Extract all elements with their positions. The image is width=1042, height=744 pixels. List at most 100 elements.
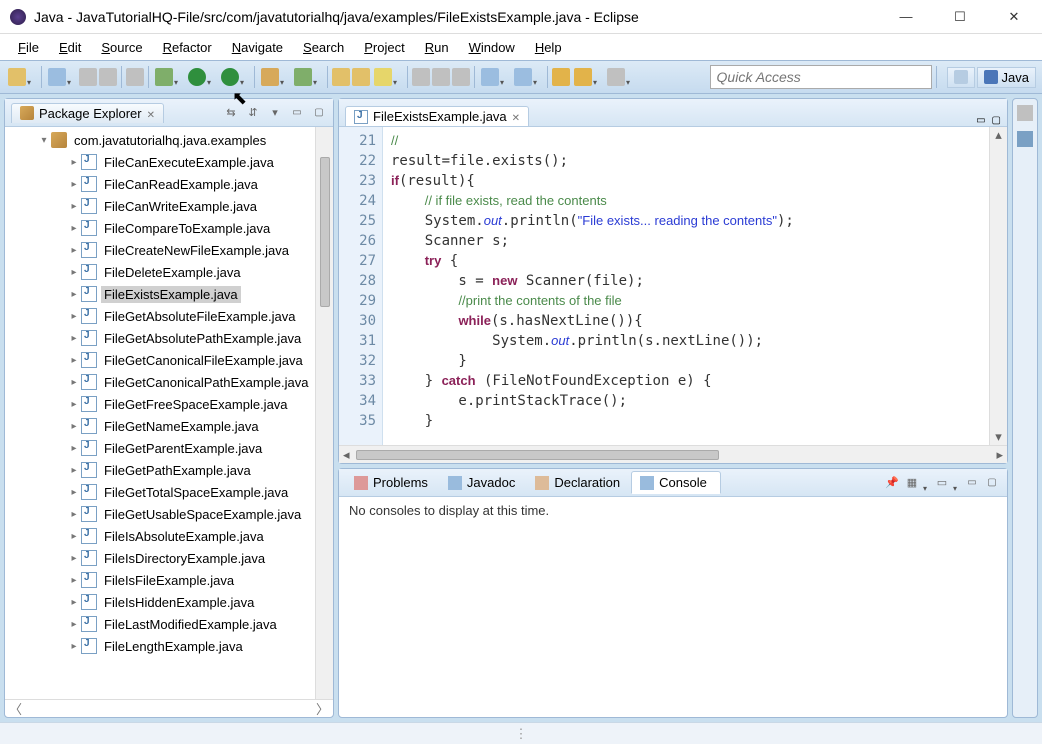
tree-file-item[interactable]: ▸FileDeleteExample.java xyxy=(7,261,313,283)
tree-file-item[interactable]: ▸FileLastModifiedExample.java xyxy=(7,613,313,635)
tree-file-item[interactable]: ▸FileCanReadExample.java xyxy=(7,173,313,195)
open-console-icon[interactable]: ▭ xyxy=(933,474,951,492)
close-icon[interactable] xyxy=(147,106,155,121)
save-icon[interactable] xyxy=(48,68,66,86)
new-icon[interactable] xyxy=(8,68,26,86)
fwd-nav-icon[interactable] xyxy=(574,68,592,86)
tab-declaration[interactable]: Declaration xyxy=(526,471,629,494)
menu-file[interactable]: File xyxy=(10,37,47,58)
print-icon[interactable] xyxy=(99,68,117,86)
dropdown-icon[interactable] xyxy=(27,73,35,81)
tree-file-item[interactable]: ▸FileGetAbsoluteFileExample.java xyxy=(7,305,313,327)
toggle-mark-icon[interactable] xyxy=(412,68,430,86)
run-icon[interactable] xyxy=(188,68,206,86)
tree-file-item[interactable]: ▸FileGetParentExample.java xyxy=(7,437,313,459)
menu-help[interactable]: Help xyxy=(527,37,570,58)
tree-file-item[interactable]: ▸FileIsAbsoluteExample.java xyxy=(7,525,313,547)
tree-file-item[interactable]: ▸FileIsFileExample.java xyxy=(7,569,313,591)
new-class-icon[interactable] xyxy=(294,68,312,86)
tree-file-item[interactable]: ▸FileGetCanonicalFileExample.java xyxy=(7,349,313,371)
close-button[interactable]: ✕ xyxy=(996,9,1032,25)
menu-project[interactable]: Project xyxy=(356,37,412,58)
maximize-editor-icon[interactable] xyxy=(992,111,1001,126)
display-console-icon[interactable]: ▦ xyxy=(903,474,921,492)
bottom-views: ProblemsJavadocDeclarationConsole 📌 ▦ ▭ … xyxy=(338,468,1008,718)
back-nav-icon[interactable] xyxy=(552,68,570,86)
editor-tab[interactable]: FileExistsExample.java xyxy=(345,106,529,126)
tree-file-item[interactable]: ▸FileIsDirectoryExample.java xyxy=(7,547,313,569)
tree-package-root[interactable]: ▾com.javatutorialhq.java.examples xyxy=(7,129,313,151)
tab-console[interactable]: Console xyxy=(631,471,721,494)
tree-file-item[interactable]: ▸FileGetNameExample.java xyxy=(7,415,313,437)
menu-run[interactable]: Run xyxy=(417,37,457,58)
maximize-view-icon[interactable] xyxy=(311,105,327,121)
tab-javadoc[interactable]: Javadoc xyxy=(439,471,524,494)
tree-file-item[interactable]: ▸FileGetFreeSpaceExample.java xyxy=(7,393,313,415)
tree-file-item[interactable]: ▸FileCreateNewFileExample.java xyxy=(7,239,313,261)
menu-search[interactable]: Search xyxy=(295,37,352,58)
run-ext-icon[interactable] xyxy=(221,68,239,86)
build-icon[interactable] xyxy=(126,68,144,86)
code-editor[interactable]: // result=file.exists(); if(result){ // … xyxy=(383,127,989,445)
menu-source[interactable]: Source xyxy=(93,37,150,58)
package-explorer-tab[interactable]: Package Explorer xyxy=(11,103,164,123)
editor-vertical-scrollbar[interactable]: ▴▾ xyxy=(989,127,1007,445)
tree-file-item[interactable]: ▸FileGetTotalSpaceExample.java xyxy=(7,481,313,503)
tree-file-item[interactable]: ▸FileGetCanonicalPathExample.java xyxy=(7,371,313,393)
show-whitespace-icon[interactable] xyxy=(452,68,470,86)
annotation-prev-icon[interactable] xyxy=(481,68,499,86)
debug-icon[interactable] xyxy=(155,68,173,86)
menu-refactor[interactable]: Refactor xyxy=(155,37,220,58)
link-editor-icon[interactable]: ⇵ xyxy=(245,105,261,121)
view-menu-icon[interactable]: ▾ xyxy=(267,105,283,121)
tree-file-item[interactable]: ▸FileIsHiddenExample.java xyxy=(7,591,313,613)
java-file-icon xyxy=(354,110,368,124)
package-explorer-icon xyxy=(20,106,34,120)
annotation-next-icon[interactable] xyxy=(514,68,532,86)
tree-file-item[interactable]: ▸FileGetPathExample.java xyxy=(7,459,313,481)
open-type-icon[interactable] xyxy=(332,68,350,86)
window-titlebar: Java - JavaTutorialHQ-File/src/com/javat… xyxy=(0,0,1042,34)
tree-file-item[interactable]: ▸FileCanExecuteExample.java xyxy=(7,151,313,173)
tree-file-item[interactable]: ▸FileExistsExample.java xyxy=(7,283,313,305)
menu-window[interactable]: Window xyxy=(461,37,523,58)
menu-bar: FileEditSourceRefactorNavigateSearchProj… xyxy=(0,34,1042,60)
open-task-icon[interactable] xyxy=(352,68,370,86)
minimize-view-icon[interactable] xyxy=(289,105,305,121)
tree-file-item[interactable]: ▸FileLengthExample.java xyxy=(7,635,313,657)
search-icon[interactable] xyxy=(374,68,392,86)
tree-file-item[interactable]: ▸FileCanWriteExample.java xyxy=(7,195,313,217)
tree-file-item[interactable]: ▸FileCompareToExample.java xyxy=(7,217,313,239)
last-edit-icon[interactable] xyxy=(607,68,625,86)
minimized-views-bar xyxy=(1012,98,1038,718)
open-perspective-button[interactable] xyxy=(947,67,975,88)
collapse-all-icon[interactable]: ⇆ xyxy=(223,105,239,121)
line-number-gutter: 212223242526272829303132333435 xyxy=(339,127,383,445)
tree-file-item[interactable]: ▸FileGetUsableSpaceExample.java xyxy=(7,503,313,525)
perspective-icon xyxy=(954,70,968,84)
quick-access-input[interactable] xyxy=(710,65,932,89)
minimize-button[interactable]: ― xyxy=(888,9,924,25)
minimize-bottom-icon[interactable] xyxy=(963,474,981,492)
maximize-button[interactable]: ☐ xyxy=(942,9,978,25)
minimize-editor-icon[interactable] xyxy=(976,111,985,126)
editor-horizontal-scrollbar[interactable]: ◂▸ xyxy=(339,445,1007,463)
restore-view-icon[interactable] xyxy=(1017,105,1033,121)
menu-navigate[interactable]: Navigate xyxy=(224,37,291,58)
menu-edit[interactable]: Edit xyxy=(51,37,89,58)
outline-view-icon[interactable] xyxy=(1017,131,1033,147)
java-perspective-icon xyxy=(984,70,998,84)
toggle-block-icon[interactable] xyxy=(432,68,450,86)
vertical-scrollbar[interactable] xyxy=(315,127,333,699)
pin-console-icon[interactable]: 📌 xyxy=(883,474,901,492)
new-package-icon[interactable] xyxy=(261,68,279,86)
save-all-icon[interactable] xyxy=(79,68,97,86)
java-perspective-button[interactable]: Java xyxy=(977,67,1036,88)
tree-file-item[interactable]: ▸FileGetAbsolutePathExample.java xyxy=(7,327,313,349)
tab-problems[interactable]: Problems xyxy=(345,471,437,494)
console-output: No consoles to display at this time. xyxy=(339,497,1007,717)
package-tree[interactable]: ▾com.javatutorialhq.java.examples▸FileCa… xyxy=(5,127,315,699)
close-icon[interactable] xyxy=(512,109,520,124)
maximize-bottom-icon[interactable] xyxy=(983,474,1001,492)
horizontal-scrollbar[interactable]: 〈〉 xyxy=(5,699,333,717)
